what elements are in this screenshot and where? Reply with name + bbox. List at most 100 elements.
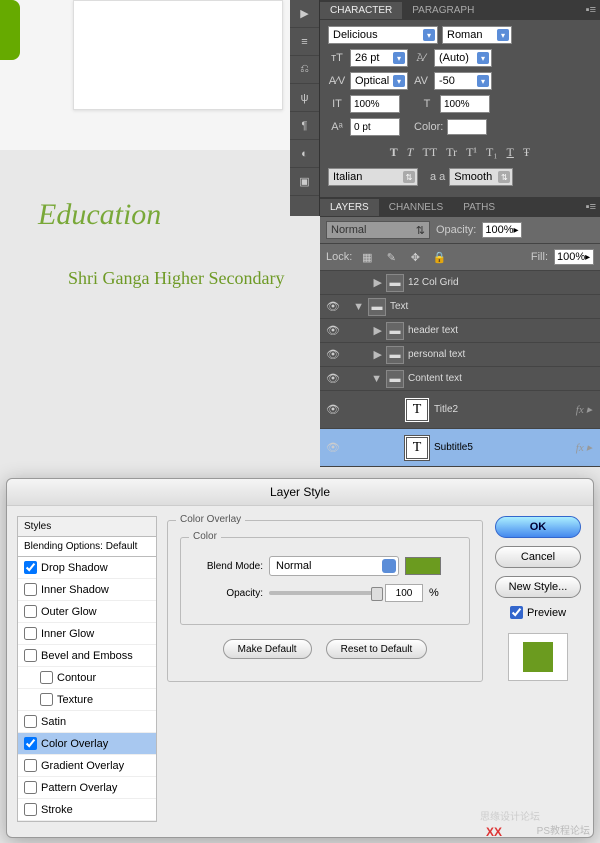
smallcaps-button[interactable]: Tr bbox=[446, 145, 457, 160]
layer-row[interactable]: ▶▬12 Col Grid bbox=[320, 271, 600, 295]
layer-row[interactable]: 👁▼▬Content text bbox=[320, 367, 600, 391]
tracking-input[interactable]: -50▾ bbox=[434, 72, 492, 90]
tab-paragraph[interactable]: PARAGRAPH bbox=[402, 2, 484, 19]
tab-character[interactable]: CHARACTER bbox=[320, 2, 402, 19]
subscript-button[interactable]: T₁ bbox=[486, 145, 498, 160]
cancel-button[interactable]: Cancel bbox=[495, 546, 581, 568]
baseline-input[interactable]: 0 pt bbox=[350, 118, 400, 136]
effect-row[interactable]: Stroke bbox=[18, 799, 156, 821]
strike-button[interactable]: Ŧ bbox=[523, 145, 530, 160]
effect-row[interactable]: Inner Shadow bbox=[18, 579, 156, 601]
effect-checkbox[interactable] bbox=[24, 781, 37, 794]
italic-button[interactable]: T bbox=[407, 145, 414, 160]
language-select[interactable]: Italian⇅ bbox=[328, 168, 418, 186]
fold-toggle[interactable]: ▶ bbox=[374, 277, 382, 289]
effect-checkbox[interactable] bbox=[24, 715, 37, 728]
effect-checkbox[interactable] bbox=[24, 759, 37, 772]
effect-checkbox[interactable] bbox=[24, 627, 37, 640]
swatches-icon[interactable]: ▣ bbox=[290, 168, 319, 196]
kerning-select[interactable]: Optical▾ bbox=[350, 72, 408, 90]
adjust-icon[interactable]: ◐ bbox=[290, 140, 319, 168]
underline-button[interactable]: T bbox=[507, 145, 514, 160]
visibility-icon[interactable]: 👁 bbox=[324, 300, 342, 313]
effect-checkbox[interactable] bbox=[40, 693, 53, 706]
layer-row[interactable]: 👁▶▬personal text bbox=[320, 343, 600, 367]
bold-button[interactable]: T bbox=[390, 145, 398, 160]
play-icon[interactable]: ▶ bbox=[290, 0, 319, 28]
reset-default-button[interactable]: Reset to Default bbox=[326, 639, 428, 659]
tab-channels[interactable]: CHANNELS bbox=[379, 199, 453, 216]
lock-transparent-icon[interactable]: ▦ bbox=[358, 248, 376, 266]
blend-mode-select[interactable]: Normal⇅ bbox=[326, 221, 430, 239]
superscript-button[interactable]: T¹ bbox=[466, 145, 477, 160]
effect-row[interactable]: Pattern Overlay bbox=[18, 777, 156, 799]
fx-badge[interactable]: fx ▸ bbox=[576, 441, 596, 454]
effect-checkbox[interactable] bbox=[40, 671, 53, 684]
effect-row[interactable]: Contour bbox=[18, 667, 156, 689]
effect-row[interactable]: Color Overlay bbox=[18, 733, 156, 755]
opacity-unit: % bbox=[429, 587, 439, 599]
opacity-value[interactable]: 100 bbox=[385, 584, 423, 602]
effect-row[interactable]: Satin bbox=[18, 711, 156, 733]
lock-position-icon[interactable]: ✥ bbox=[406, 248, 424, 266]
lock-pixels-icon[interactable]: ✎ bbox=[382, 248, 400, 266]
paragraph-icon[interactable]: ¶ bbox=[290, 112, 319, 140]
layer-row[interactable]: 👁TTitle2fx ▸ bbox=[320, 391, 600, 429]
ok-button[interactable]: OK bbox=[495, 516, 581, 538]
fold-toggle[interactable]: ▶ bbox=[374, 349, 382, 361]
blendmode-select[interactable]: Normal bbox=[269, 556, 399, 576]
brush-icon[interactable]: ⎌ bbox=[290, 56, 319, 84]
antialias-select[interactable]: Smooth⇅ bbox=[449, 168, 513, 186]
effect-checkbox[interactable] bbox=[24, 605, 37, 618]
fill-input[interactable]: 100%▸ bbox=[554, 249, 594, 265]
visibility-icon[interactable]: 👁 bbox=[324, 324, 342, 337]
effect-checkbox[interactable] bbox=[24, 561, 37, 574]
vscale-input[interactable]: 100% bbox=[350, 95, 400, 113]
font-size-input[interactable]: 26 pt▾ bbox=[350, 49, 408, 67]
fold-toggle[interactable]: ▼ bbox=[371, 373, 382, 385]
layer-row[interactable]: 👁TSubtitle5fx ▸ bbox=[320, 429, 600, 467]
effect-checkbox[interactable] bbox=[24, 583, 37, 596]
layers-menu-icon[interactable]: ▪≡ bbox=[582, 201, 600, 213]
styles-header[interactable]: Styles bbox=[18, 517, 156, 537]
effect-row[interactable]: Texture bbox=[18, 689, 156, 711]
opacity-input[interactable]: 100%▸ bbox=[482, 222, 522, 238]
lock-all-icon[interactable]: 🔒 bbox=[430, 248, 448, 266]
effect-checkbox[interactable] bbox=[24, 737, 37, 750]
panel-menu-icon[interactable]: ▪≡ bbox=[582, 4, 600, 16]
effect-row[interactable]: Outer Glow bbox=[18, 601, 156, 623]
effect-row[interactable]: Inner Glow bbox=[18, 623, 156, 645]
leading-icon: 𝙰⁄ bbox=[412, 49, 430, 67]
leading-input[interactable]: (Auto)▾ bbox=[434, 49, 492, 67]
preview-checkbox[interactable]: Preview bbox=[510, 606, 566, 619]
fold-toggle[interactable]: ▼ bbox=[353, 301, 364, 313]
make-default-button[interactable]: Make Default bbox=[223, 639, 312, 659]
visibility-icon[interactable]: 👁 bbox=[324, 348, 342, 361]
list-icon[interactable]: ≡ bbox=[290, 28, 319, 56]
fx-badge[interactable]: fx ▸ bbox=[576, 403, 596, 416]
layer-row[interactable]: 👁▶▬header text bbox=[320, 319, 600, 343]
effect-row[interactable]: Drop Shadow bbox=[18, 557, 156, 579]
opacity-slider[interactable] bbox=[269, 591, 379, 595]
tab-paths[interactable]: PATHS bbox=[453, 199, 505, 216]
visibility-icon[interactable]: 👁 bbox=[324, 403, 342, 416]
character-tabs: CHARACTER PARAGRAPH ▪≡ bbox=[320, 0, 600, 20]
fold-toggle[interactable]: ▶ bbox=[374, 325, 382, 337]
visibility-icon[interactable]: 👁 bbox=[324, 372, 342, 385]
font-style-select[interactable]: Roman▾ bbox=[442, 26, 512, 44]
allcaps-button[interactable]: TT bbox=[422, 145, 437, 160]
new-style-button[interactable]: New Style... bbox=[495, 576, 581, 598]
layer-row[interactable]: 👁▼▬Text bbox=[320, 295, 600, 319]
effect-row[interactable]: Gradient Overlay bbox=[18, 755, 156, 777]
effect-checkbox[interactable] bbox=[24, 649, 37, 662]
effect-checkbox[interactable] bbox=[24, 803, 37, 816]
fork-icon[interactable]: ψ bbox=[290, 84, 319, 112]
effect-row[interactable]: Bevel and Emboss bbox=[18, 645, 156, 667]
hscale-input[interactable]: 100% bbox=[440, 95, 490, 113]
visibility-icon[interactable]: 👁 bbox=[324, 441, 342, 454]
blending-options-row[interactable]: Blending Options: Default bbox=[18, 537, 156, 557]
overlay-color-swatch[interactable] bbox=[405, 557, 441, 575]
font-family-select[interactable]: Delicious▾ bbox=[328, 26, 438, 44]
tab-layers[interactable]: LAYERS bbox=[320, 199, 379, 216]
text-color-swatch[interactable] bbox=[447, 119, 487, 135]
